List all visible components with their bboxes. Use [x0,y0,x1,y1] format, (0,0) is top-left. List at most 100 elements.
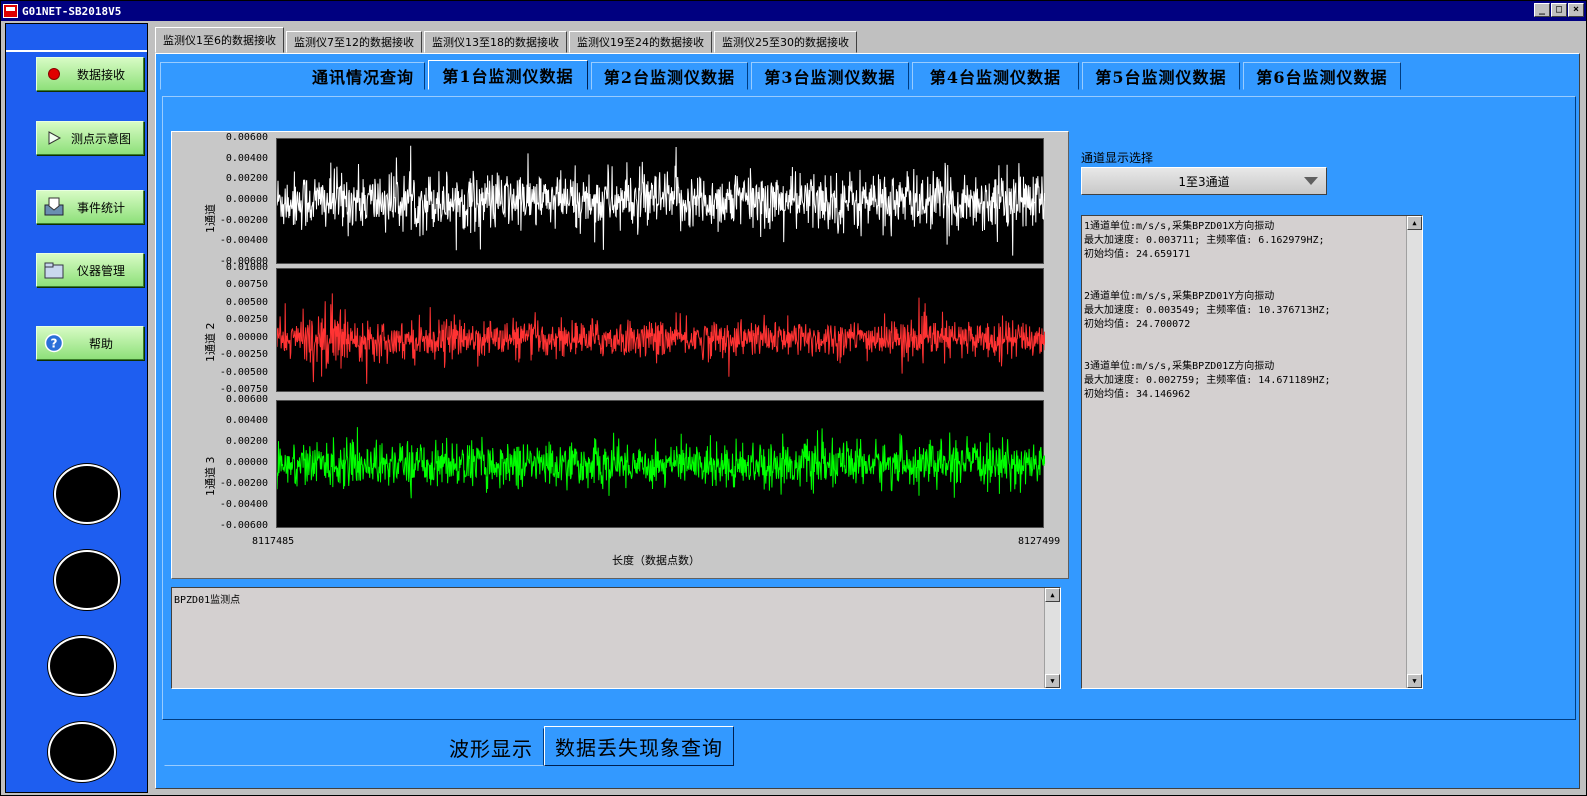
site-map-label: 测点示意图 [70,131,131,146]
channel-select[interactable]: 1至3通道 [1081,167,1327,195]
monitor-1-content: 8117485 8127499 长度（数据点数） 0.00600 0.00400 0… [162,96,1576,720]
info-line [1084,276,1420,290]
info-line [1084,346,1420,360]
info-line: 初始均值: 34.146962 [1084,389,1191,400]
receiver-tabs: 监测仪1至6的数据接收 监测仪7至12的数据接收 监测仪13至18的数据接收 监… [155,27,859,53]
y-axis-label-1: 1通道 [204,204,217,233]
point-scrollbar[interactable]: ▲ ▼ [1044,588,1060,688]
red-dot-icon [43,63,65,85]
event-stats-button[interactable]: 事件统计 [36,190,144,224]
status-indicator-2 [54,550,120,610]
status-indicator-1 [54,464,120,524]
view-tabs: 波形显示 数据丢失现象查询 [164,724,734,766]
y-tick-label: 0.00600 [225,132,268,143]
sidebar: 数据接收 测点示意图 事件统计 仪器管理 ? 帮助 [5,23,148,793]
data-receive-button[interactable]: 数据接收 [36,57,144,91]
info-line: 2通道单位:m/s/s,采集BPZD01Y方向振动 [1084,291,1275,302]
y-tick-label: 0.01000 [225,262,268,273]
tab-monitor-3[interactable]: 第3台监测仪数据 [751,62,909,90]
event-stats-label: 事件统计 [76,200,125,215]
waveform-plot-3 [276,400,1045,528]
channel-select-value: 1至3通道 [1178,174,1230,189]
scroll-down-arrow[interactable]: ▼ [1407,674,1422,688]
x-tick-min: 8117485 [252,536,295,547]
y-tick-label: 0.00400 [225,152,268,164]
tab-monitors-25-30[interactable]: 监测仪25至30的数据接收 [714,31,857,53]
info-line [1084,332,1420,346]
scroll-up-arrow[interactable]: ▲ [1045,588,1060,602]
waveform-series-1 [277,145,1045,256]
main-panel: 监测仪1至6的数据接收 监测仪7至12的数据接收 监测仪13至18的数据接收 监… [151,23,1584,793]
y-axis-label-2: 1通道 2 [204,322,217,363]
y-tick-label: -0.00600 [219,520,268,531]
receiver-tab-content: 通讯情况查询 第1台监测仪数据 第2台监测仪数据 第3台监测仪数据 第4台监测仪… [155,53,1580,789]
point-text: BPZD01监测点 [174,595,241,606]
y-tick-label: 0.00500 [225,296,268,308]
waveform-svg-2 [277,293,1045,384]
sidebar-divider [6,50,147,52]
tab-monitors-13-18[interactable]: 监测仪13至18的数据接收 [424,31,567,53]
status-indicator-3 [48,636,116,696]
info-line: 最大加速度: 0.002759; 主频率值: 14.671189HZ; [1084,375,1331,386]
tab-data-loss[interactable]: 数据丢失现象查询 [544,726,734,766]
y-tick-label: 0.00600 [225,394,268,405]
tab-monitor-2[interactable]: 第2台监测仪数据 [591,62,748,90]
info-line: 初始均值: 24.700072 [1084,319,1191,330]
tab-monitor-1[interactable]: 第1台监测仪数据 [428,60,588,90]
waveform-series-2 [277,293,1045,384]
waveform-plot-2 [276,268,1045,392]
y-tick-label: -0.00500 [219,366,268,378]
data-receive-label: 数据接收 [76,67,125,82]
help-icon: ? [43,332,65,354]
info-line: 最大加速度: 0.003711; 主频率值: 6.162979HZ; [1084,235,1325,246]
app-window: G01NET-SB2018V5 _ □ × 数据接收 测点示意图 事件统计 仪器… [0,0,1587,796]
device-manage-button[interactable]: 仪器管理 [36,253,144,287]
y-tick-label: 0.00200 [225,173,268,185]
svg-text:?: ? [51,337,58,351]
tab-waveform[interactable]: 波形显示 [164,728,544,766]
info-line [1084,262,1420,276]
point-textbox[interactable]: BPZD01监测点 ▲ ▼ [171,587,1061,689]
x-tick-max: 8127499 [1018,536,1061,547]
y-tick-label: -0.00400 [219,499,268,510]
info-line: 最大加速度: 0.003549; 主频率值: 10.376713HZ; [1084,305,1331,316]
tab-monitor-5[interactable]: 第5台监测仪数据 [1082,62,1240,90]
play-icon [43,127,65,149]
window-controls: _ □ × [1534,3,1584,17]
info-line: 1通道单位:m/s/s,采集BPZD01X方向振动 [1084,221,1275,232]
tab-comm-status[interactable]: 通讯情况查询 [160,62,425,90]
tab-filler [1404,62,1574,90]
y-tick-label: 0.00750 [225,279,268,291]
waveform-svg-3 [277,427,1045,499]
device-manage-label: 仪器管理 [76,263,125,278]
info-scrollbar[interactable]: ▲ ▼ [1406,216,1422,688]
tab-monitors-1-6[interactable]: 监测仪1至6的数据接收 [155,27,284,53]
x-axis-label: 长度（数据点数） [612,554,700,567]
maximize-button[interactable]: □ [1551,3,1567,17]
folder-icon [43,259,65,281]
y-tick-label: -0.00400 [219,235,268,247]
tab-monitors-19-24[interactable]: 监测仪19至24的数据接收 [569,31,712,53]
status-indicator-4 [48,722,116,782]
scroll-up-arrow[interactable]: ▲ [1407,216,1422,230]
app-icon [3,4,18,18]
help-label: 帮助 [88,336,113,351]
site-map-button[interactable]: 测点示意图 [36,121,144,155]
tab-monitor-6[interactable]: 第6台监测仪数据 [1243,62,1401,90]
tab-monitors-7-12[interactable]: 监测仪7至12的数据接收 [286,31,422,53]
y-axis-label-3: 1通道 3 [204,456,217,497]
channel-select-label: 通道显示选择 [1081,151,1154,165]
minimize-button[interactable]: _ [1534,3,1550,17]
title-bar: G01NET-SB2018V5 _ □ × [1,1,1586,21]
help-button[interactable]: ? 帮助 [36,326,144,360]
monitor-tabs: 通讯情况查询 第1台监测仪数据 第2台监测仪数据 第3台监测仪数据 第4台监测仪… [160,60,1574,90]
chevron-down-icon [1304,177,1318,185]
waveform-svg-1 [277,145,1045,256]
inbox-icon [43,196,65,218]
window-title: G01NET-SB2018V5 [22,4,122,18]
channel-info-box[interactable]: 1通道单位:m/s/s,采集BPZD01X方向振动最大加速度: 0.003711… [1081,215,1423,689]
tab-monitor-4[interactable]: 第4台监测仪数据 [912,62,1079,90]
y-tick-label: 0.00200 [225,436,268,447]
close-button[interactable]: × [1568,3,1584,17]
scroll-down-arrow[interactable]: ▼ [1045,674,1060,688]
